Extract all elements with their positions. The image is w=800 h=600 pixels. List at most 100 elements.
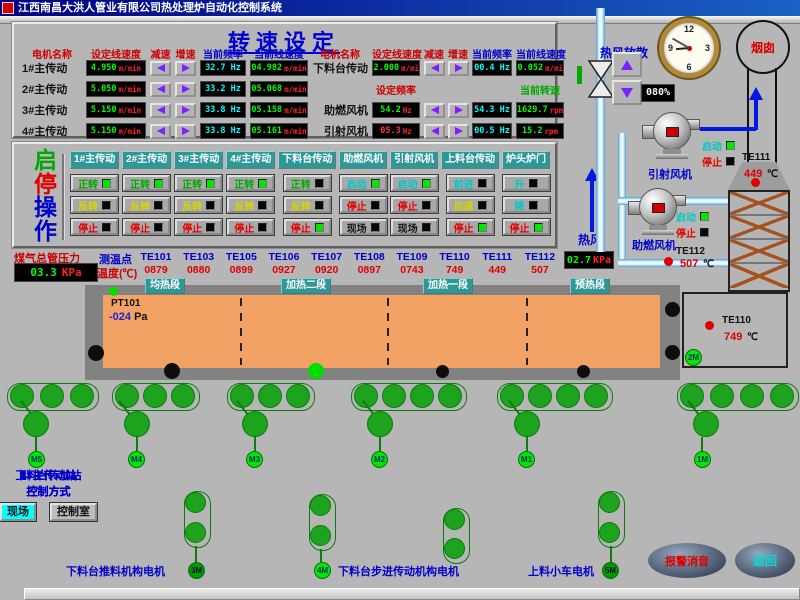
pulley: [444, 538, 465, 559]
local-button[interactable]: 现场: [340, 219, 387, 235]
column-header-button[interactable]: 炉头炉门: [502, 151, 550, 169]
frequency-value: 33.8 Hz: [205, 105, 241, 115]
button-label: 反转: [130, 198, 150, 213]
motor-name: 助燃风机: [312, 102, 368, 118]
backward-button[interactable]: 后退: [447, 197, 494, 213]
set-speed-display: 5.050m/min: [86, 81, 146, 97]
alarm-mute-button[interactable]: 报警消音: [648, 543, 726, 578]
led-indicator: [478, 201, 487, 210]
stop-button[interactable]: 停止: [340, 197, 387, 213]
increase-button[interactable]: [175, 124, 196, 139]
reverse-button[interactable]: 反转: [284, 197, 331, 213]
start-button[interactable]: 启动: [340, 175, 387, 191]
valve-opening-display: 080%: [641, 84, 675, 102]
column-header-button[interactable]: 助燃风机: [339, 151, 387, 169]
increase-button[interactable]: [175, 82, 196, 97]
control-column-4-drive: 4#主传动 正转 反转 停止: [226, 151, 275, 235]
stop-label: 停止: [702, 154, 722, 169]
button-label: 停止: [510, 220, 530, 235]
forward-button[interactable]: 正转: [71, 175, 118, 191]
temp-column: TE110749: [435, 251, 475, 276]
back-button[interactable]: 返回: [735, 543, 795, 578]
pulley: [310, 495, 331, 516]
stop-button[interactable]: 停止: [227, 219, 274, 235]
current-frequency-display: 54.3 Hz: [472, 102, 512, 118]
local-mode-button[interactable]: 现场: [0, 503, 36, 521]
reverse-button[interactable]: 反转: [71, 197, 118, 213]
frequency-value: 54.3 Hz: [474, 105, 510, 115]
unit: KPa: [62, 266, 82, 279]
reverse-button[interactable]: 反转: [175, 197, 222, 213]
set-speed-display: 4.950m/min: [86, 60, 146, 76]
decrease-button[interactable]: [150, 124, 171, 139]
ejector-fan-icon[interactable]: [642, 112, 700, 160]
stop-label: 停止: [676, 225, 696, 240]
tag: TE111: [482, 251, 512, 263]
column-header-button[interactable]: 2#主传动: [122, 151, 171, 169]
forward-button[interactable]: 正转: [123, 175, 170, 191]
exchanger-segment: [730, 192, 788, 216]
increase-button[interactable]: [175, 103, 196, 118]
control-room-button[interactable]: 控制室: [50, 503, 97, 521]
increase-button[interactable]: [448, 103, 469, 118]
stop-button[interactable]: 停止: [284, 219, 331, 235]
decrease-button[interactable]: [150, 61, 171, 76]
valve-open-button[interactable]: [612, 52, 642, 77]
forward-button[interactable]: 正转: [284, 175, 331, 191]
decrease-button[interactable]: [150, 103, 171, 118]
motor-name: 1#主传动: [22, 60, 82, 76]
local-button[interactable]: 现场: [391, 219, 438, 235]
pulley: [185, 522, 206, 543]
valve-handle: [577, 66, 582, 84]
increase-button[interactable]: [175, 61, 196, 76]
unit: m/min: [119, 64, 142, 73]
decrease-button[interactable]: [424, 61, 445, 76]
column-header-button[interactable]: 下料台传动: [278, 151, 336, 169]
unit: m/min: [284, 127, 307, 136]
increase-button[interactable]: [448, 61, 469, 76]
te112-dot: [664, 257, 673, 266]
increase-button[interactable]: [448, 124, 469, 139]
zone-divider: [240, 298, 242, 365]
forward-button[interactable]: 前进: [447, 175, 494, 191]
analog-clock: 12 3 6 9: [659, 18, 719, 78]
stop-button[interactable]: 停止: [503, 219, 550, 235]
clock-number: 6: [686, 62, 691, 72]
column-header-button[interactable]: 4#主传动: [226, 151, 275, 169]
reverse-button[interactable]: 反转: [227, 197, 274, 213]
start-button[interactable]: 启动: [391, 175, 438, 191]
shaft-line: [701, 437, 703, 451]
control-column-furnace-door: 炉头炉门 升 降 停止: [502, 151, 550, 235]
lower-button[interactable]: 降: [503, 197, 550, 213]
column-header-button[interactable]: 上料台传动: [441, 151, 499, 169]
column-header-button[interactable]: 引射风机: [390, 151, 438, 169]
valve-close-button[interactable]: [612, 80, 642, 105]
status-dot: [109, 287, 118, 296]
column-header-button[interactable]: 3#主传动: [174, 151, 223, 169]
raise-button[interactable]: 升: [503, 175, 550, 191]
station-load-table: 上料台传动站 控制方式 现场控制室: [0, 467, 97, 521]
reverse-button[interactable]: 反转: [123, 197, 170, 213]
led-indicator: [371, 179, 380, 188]
tag: TE106: [269, 251, 300, 263]
current-frequency-display: 00.4 Hz: [472, 60, 512, 76]
stop-button[interactable]: 停止: [123, 219, 170, 235]
forward-button[interactable]: 正转: [227, 175, 274, 191]
decrease-button[interactable]: [424, 103, 445, 118]
forward-button[interactable]: 正转: [175, 175, 222, 191]
led-indicator: [700, 228, 709, 237]
led-indicator: [154, 223, 163, 232]
right-arrow-icon: [455, 127, 463, 135]
led-indicator: [422, 179, 431, 188]
column-header-button[interactable]: 1#主传动: [70, 151, 119, 169]
stop-button[interactable]: 停止: [175, 219, 222, 235]
decrease-button[interactable]: [150, 82, 171, 97]
control-column-ejector-fan: 引射风机 启动 停止 现场: [390, 151, 438, 235]
right-arrow-icon: [182, 106, 190, 114]
stop-button[interactable]: 停止: [391, 197, 438, 213]
decrease-button[interactable]: [424, 124, 445, 139]
stop-button[interactable]: 停止: [447, 219, 494, 235]
stop-button[interactable]: 停止: [71, 219, 118, 235]
furnace-pressure-tag: PT101: [111, 298, 140, 309]
scada-screen: 江西南昌大洪人管业有限公司热处理炉自动化控制系统 转速设定 电机名称 设定线速度…: [0, 0, 800, 600]
